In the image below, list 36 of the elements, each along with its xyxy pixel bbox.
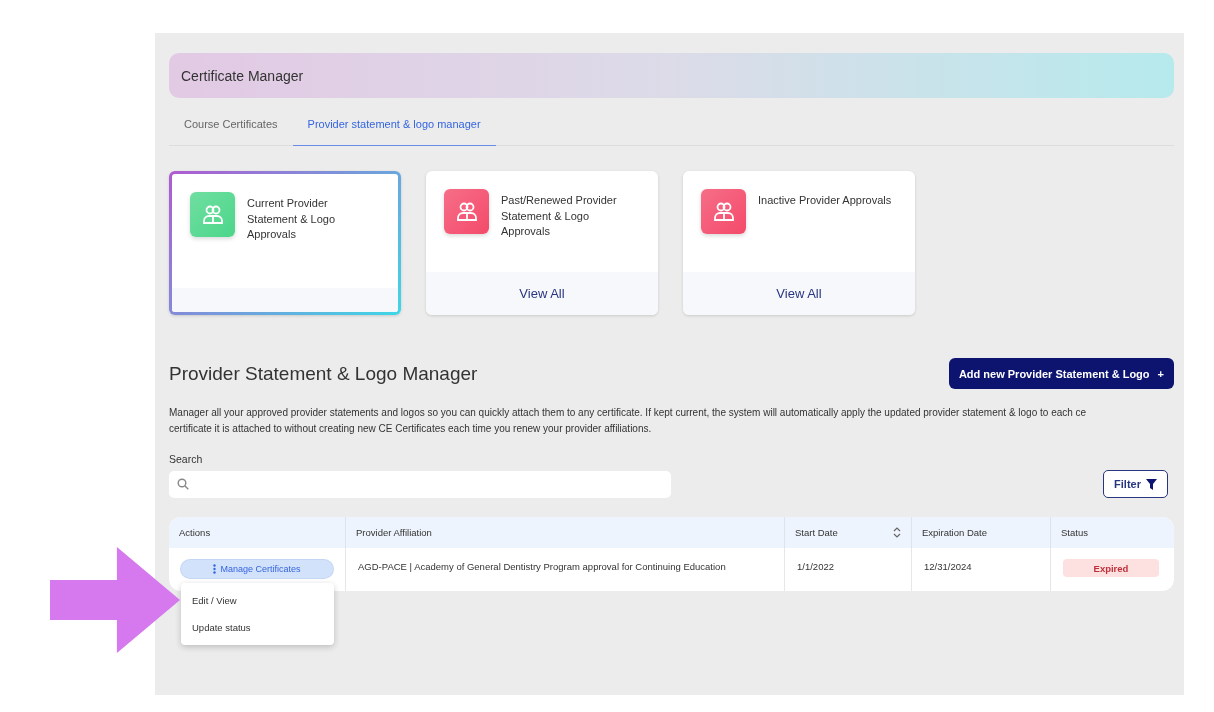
table-cell: 12/31/2024 [912,548,1051,591]
add-button[interactable]: Add new Provider Statement & Logo + [948,358,1174,389]
menu-item[interactable]: Edit / View [182,587,247,614]
summary-card[interactable]: Current Provider Statement & Logo Approvals [169,171,401,315]
search-label: Search [169,453,204,465]
card-title: Inactive Provider Approvals [758,193,892,208]
column-header: Expiration Date [912,517,1051,548]
view-all-link[interactable]: View All [513,285,571,302]
summary-card[interactable]: Past/Renewed Provider Statement & Logo Approvals View All [426,171,658,315]
people-icon [712,200,735,223]
search-icon [177,478,189,490]
manage-certificates-button[interactable]: Manage Certificates [181,560,333,578]
summary-card[interactable]: Inactive Provider Approvals View All [683,171,915,315]
card-title: Current Provider Statement & Logo Approvals [247,196,337,242]
column-header: Actions [169,517,346,548]
section-heading: Provider Statement & Logo Manager [169,362,478,385]
column-header[interactable]: Start Date [785,517,912,548]
more-icon [213,564,217,574]
table-cell: 1/1/2022 [785,548,912,591]
filter-button[interactable]: Filter [1103,470,1168,498]
column-header: Provider Affiliation [346,517,785,548]
card-title: Past/Renewed Provider Statement & Logo Approvals [501,193,618,239]
people-icon [201,203,224,226]
tab[interactable]: Provider statement & logo manager [292,102,496,146]
page-title: Certificate Manager [181,67,304,84]
sort-icon[interactable] [893,527,901,538]
view-all-link[interactable]: View All [770,285,828,302]
status-badge: Expired [1063,559,1159,577]
filter-icon [1146,478,1157,490]
table-cell: AGD-PACE | Academy of General Dentistry Program approval for Continuing Education [346,548,785,591]
menu-item[interactable]: Update status [182,614,261,641]
description: Manager all your approved provider statements and logos so you can quickly attach them to any certificate. If kept current, the system will automatically apply the updated provider statement & logo to each ce certificate it is attached to without creating new CE Certificates each time you renew your provider affiliations. [169,406,1088,436]
people-icon [455,200,478,223]
tab[interactable]: Course Certificates [169,102,293,146]
search-field[interactable] [169,470,671,498]
column-header: Status [1060,526,1089,540]
